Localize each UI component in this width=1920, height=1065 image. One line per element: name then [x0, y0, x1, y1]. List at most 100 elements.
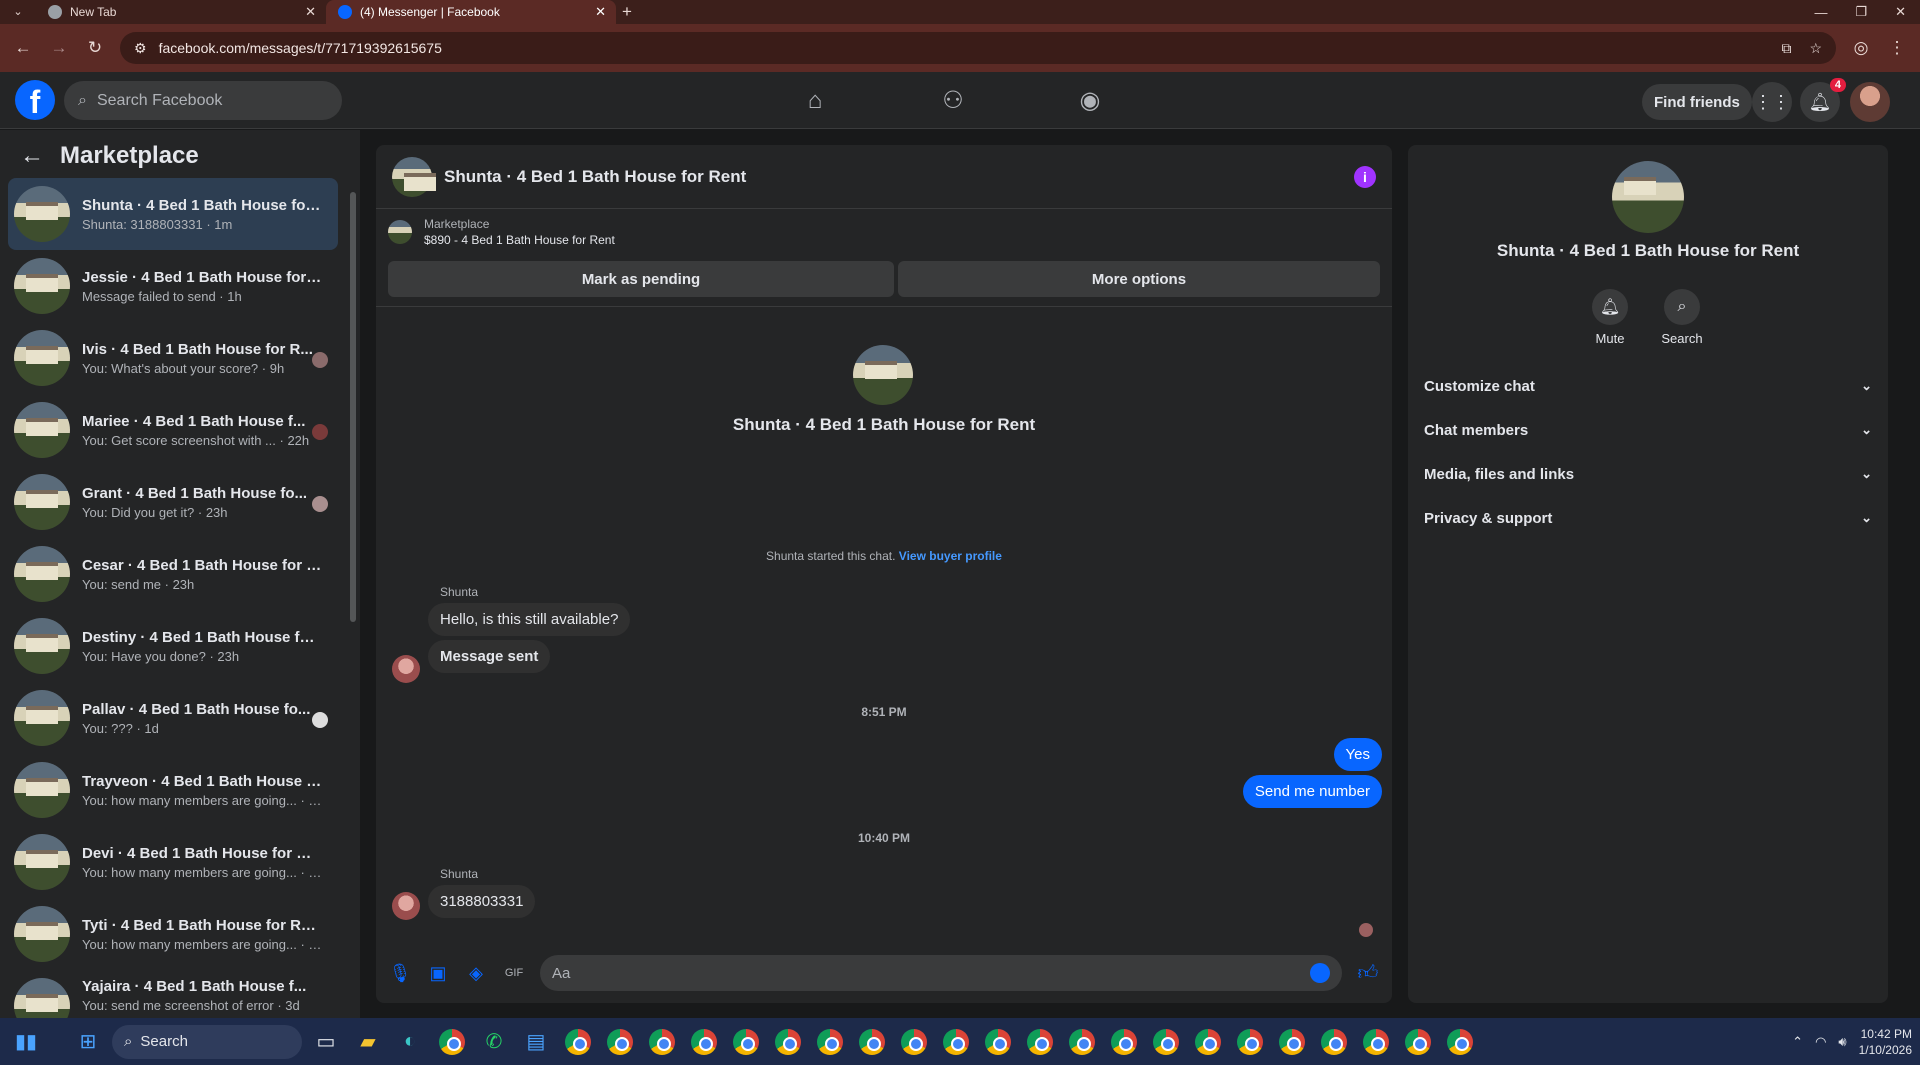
- chrome-profile-icon[interactable]: [1232, 1024, 1268, 1060]
- microphone-icon[interactable]: 🎙︎: [388, 963, 412, 984]
- chrome-icon[interactable]: [434, 1024, 470, 1060]
- facebook-search-input[interactable]: ⌕ Search Facebook: [64, 81, 342, 120]
- conversation-item[interactable]: Destiny · 4 Bed 1 Bath House for... You: …: [8, 610, 338, 682]
- chat-title[interactable]: Shunta · 4 Bed 1 Bath House for Rent: [444, 167, 746, 187]
- sender-avatar[interactable]: [392, 892, 420, 920]
- outgoing-message[interactable]: Yes: [1333, 738, 1382, 771]
- chat-listing-avatar[interactable]: [392, 156, 436, 197]
- tab-search-icon[interactable]: ⌄: [0, 0, 36, 24]
- sender-avatar[interactable]: [392, 655, 420, 683]
- task-view-icon[interactable]: ▮▮: [8, 1024, 44, 1060]
- privacy-support-section[interactable]: Privacy & support ⌄: [1424, 500, 1872, 536]
- tab-messenger[interactable]: (4) Messenger | Facebook ✕: [326, 0, 616, 24]
- notifications-bell-icon[interactable]: 🔔︎ 4: [1800, 78, 1846, 122]
- outgoing-message[interactable]: Send me number: [1242, 775, 1382, 808]
- taskbar-search[interactable]: ⌕ Search: [112, 1024, 302, 1059]
- conversation-item[interactable]: Ivis · 4 Bed 1 Bath House for R... You: W…: [8, 322, 338, 394]
- site-info-icon[interactable]: ⚙: [134, 40, 147, 57]
- chrome-profile-icon[interactable]: [1400, 1024, 1436, 1060]
- details-avatar[interactable]: [1612, 161, 1684, 233]
- desktop-icon[interactable]: ▭: [308, 1024, 344, 1060]
- chrome-profile-icon[interactable]: [1274, 1024, 1310, 1060]
- incoming-message[interactable]: Hello, is this still available?: [428, 603, 631, 636]
- chrome-profile-icon[interactable]: [1022, 1024, 1058, 1060]
- info-icon[interactable]: i: [1354, 165, 1376, 188]
- address-bar[interactable]: ⚙ facebook.com/messages/t/77171939261567…: [120, 32, 1836, 64]
- back-icon[interactable]: ←: [12, 38, 34, 58]
- conversation-list-scrollbar[interactable]: [350, 192, 356, 622]
- chrome-profile-icon[interactable]: [1190, 1024, 1226, 1060]
- reload-icon[interactable]: ↻: [84, 38, 106, 58]
- mark-as-pending-button[interactable]: Mark as pending: [388, 261, 894, 297]
- home-nav-icon[interactable]: ⌂: [760, 72, 870, 129]
- chrome-profile-icon[interactable]: [1064, 1024, 1100, 1060]
- message-input[interactable]: Aa: [540, 955, 1342, 991]
- account-avatar[interactable]: [1850, 82, 1890, 122]
- back-arrow-icon[interactable]: ←: [20, 142, 44, 170]
- conversation-item[interactable]: Cesar · 4 Bed 1 Bath House for R... You: …: [8, 538, 338, 610]
- photo-icon[interactable]: ▣: [426, 963, 450, 984]
- find-friends-button[interactable]: Find friends: [1642, 84, 1752, 120]
- listing-summary[interactable]: Marketplace $890 - 4 Bed 1 Bath House fo…: [388, 217, 615, 247]
- emoji-icon[interactable]: [1310, 963, 1330, 983]
- conversation-item[interactable]: Tyti · 4 Bed 1 Bath House for Rent You: h…: [8, 898, 338, 970]
- chrome-profile-icon[interactable]: [644, 1024, 680, 1060]
- customize-chat-section[interactable]: Customize chat ⌄: [1424, 368, 1872, 404]
- conversation-item[interactable]: Shunta · 4 Bed 1 Bath House for ... Shunt…: [8, 178, 338, 250]
- file-explorer-icon[interactable]: ▰: [350, 1024, 386, 1060]
- close-window-icon[interactable]: ✕: [1895, 4, 1906, 20]
- close-tab-icon[interactable]: ✕: [305, 4, 316, 20]
- install-app-icon[interactable]: ⧉: [1781, 40, 1791, 57]
- volume-icon[interactable]: 🔊︎: [1838, 1034, 1846, 1050]
- thumbs-up-icon[interactable]: 👍︎: [1356, 961, 1380, 985]
- view-buyer-profile-link[interactable]: View buyer profile: [899, 549, 1002, 563]
- conversation-item[interactable]: Mariee · 4 Bed 1 Bath House f... You: Get…: [8, 394, 338, 466]
- search-action[interactable]: ⌕ Search: [1652, 289, 1712, 346]
- chrome-profile-icon[interactable]: [686, 1024, 722, 1060]
- more-options-button[interactable]: More options: [898, 261, 1380, 297]
- chrome-profile-icon[interactable]: [1442, 1024, 1478, 1060]
- chrome-profile-icon[interactable]: [896, 1024, 932, 1060]
- chrome-profile-icon[interactable]: [1148, 1024, 1184, 1060]
- media-files-links-section[interactable]: Media, files and links ⌄: [1424, 456, 1872, 492]
- forward-icon[interactable]: →: [48, 38, 70, 58]
- chrome-menu-icon[interactable]: ⋮: [1886, 38, 1908, 58]
- menu-grid-icon[interactable]: ⋮⋮: [1752, 82, 1792, 122]
- conversation-item[interactable]: Yajaira · 4 Bed 1 Bath House f... You: se…: [8, 970, 338, 1020]
- windows-start-icon[interactable]: ⊞: [70, 1024, 106, 1060]
- conversation-item[interactable]: Trayveon · 4 Bed 1 Bath House f... You: h…: [8, 754, 338, 826]
- chat-members-section[interactable]: Chat members ⌄: [1424, 412, 1872, 448]
- friends-nav-icon[interactable]: ⚇: [898, 72, 1008, 129]
- chrome-profile-icon[interactable]: [854, 1024, 890, 1060]
- whatsapp-icon[interactable]: ✆: [476, 1024, 512, 1060]
- edge-icon[interactable]: ◐: [392, 1024, 428, 1060]
- wifi-icon[interactable]: ◠: [1815, 1034, 1826, 1050]
- mute-action[interactable]: 🔔︎ Mute: [1580, 289, 1640, 346]
- chrome-profile-icon[interactable]: [980, 1024, 1016, 1060]
- notepad-icon[interactable]: ▤: [518, 1024, 554, 1060]
- bookmark-star-icon[interactable]: ☆: [1809, 40, 1822, 57]
- show-hidden-icons-icon[interactable]: ⌃: [1792, 1034, 1803, 1050]
- chrome-profile-icon[interactable]: [1358, 1024, 1394, 1060]
- chrome-profile-icon[interactable]: [560, 1024, 596, 1060]
- restore-icon[interactable]: ❐: [1855, 4, 1867, 20]
- incoming-message[interactable]: Message sent: [428, 640, 551, 673]
- chrome-profile-icon[interactable]: [602, 1024, 638, 1060]
- gif-icon[interactable]: GIF: [502, 967, 526, 979]
- facebook-logo-icon[interactable]: f: [15, 80, 55, 120]
- sticker-icon[interactable]: ◈: [464, 963, 488, 984]
- chrome-profile-icon[interactable]: [938, 1024, 974, 1060]
- incoming-message[interactable]: 3188803331: [428, 885, 536, 918]
- chrome-profile-icon[interactable]: [770, 1024, 806, 1060]
- profile-icon[interactable]: ◎: [1850, 38, 1872, 58]
- conversation-item[interactable]: Jessie · 4 Bed 1 Bath House for R... Mess…: [8, 250, 338, 322]
- tab-new-tab[interactable]: New Tab ✕: [36, 0, 326, 24]
- new-tab-icon[interactable]: +: [616, 0, 638, 24]
- groups-nav-icon[interactable]: ◉: [1035, 72, 1145, 129]
- chrome-profile-icon[interactable]: [728, 1024, 764, 1060]
- chrome-profile-icon[interactable]: [1316, 1024, 1352, 1060]
- conversation-item[interactable]: Pallav · 4 Bed 1 Bath House fo... You: ??…: [8, 682, 338, 754]
- minimize-icon[interactable]: —: [1814, 5, 1827, 20]
- clock[interactable]: 10:42 PM 1/10/2026: [1859, 1026, 1912, 1058]
- chrome-profile-icon[interactable]: [1106, 1024, 1142, 1060]
